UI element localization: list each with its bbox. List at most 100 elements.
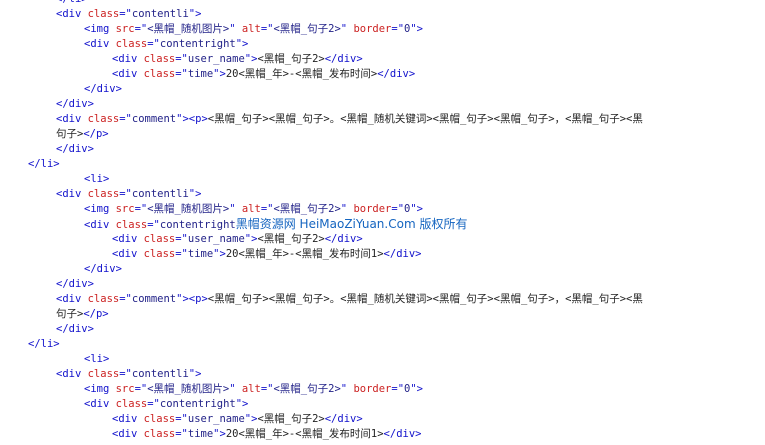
code-token: <div bbox=[56, 293, 88, 305]
code-token: "> bbox=[410, 23, 424, 35]
code-token: src bbox=[115, 383, 135, 395]
code-line: <div class="contentli"> bbox=[0, 7, 765, 22]
watermark-text: 黑帽资源网 HeiMaoZiYuan.Com 版权所有 bbox=[235, 217, 468, 231]
code-token: "> bbox=[235, 38, 249, 50]
code-token: =" bbox=[134, 383, 148, 395]
code-token: " bbox=[229, 23, 242, 35]
code-line: <div class="contentright"> bbox=[0, 397, 765, 412]
code-token: =" bbox=[175, 53, 188, 65]
code-token: =" bbox=[391, 383, 405, 395]
code-line: <div class="user_name"><黑帽_句子2></div> bbox=[0, 412, 765, 427]
code-token: border bbox=[353, 23, 392, 35]
code-line: <div class="contentright黑帽资源网 HeiMaoZiYu… bbox=[0, 217, 765, 232]
code-token: time bbox=[187, 428, 214, 440]
code-token: "> bbox=[176, 293, 189, 305]
code-token: =" bbox=[134, 23, 148, 35]
code-token: 20<黑帽_年>-<黑帽_发布时间1> bbox=[225, 428, 384, 440]
code-token: "> bbox=[244, 233, 258, 245]
code-token: class bbox=[143, 248, 176, 260]
code-token: </div> bbox=[56, 323, 94, 335]
code-token: class bbox=[87, 368, 120, 380]
code-token: "> bbox=[213, 428, 226, 440]
code-token: =" bbox=[260, 383, 274, 395]
code-token: alt bbox=[241, 23, 261, 35]
code-token: " bbox=[340, 383, 354, 395]
code-token: <黑帽_句子2> bbox=[257, 53, 325, 65]
code-token: </div> bbox=[324, 53, 363, 65]
code-line: </div> bbox=[0, 142, 765, 157]
code-token: =" bbox=[147, 38, 160, 50]
code-token: class bbox=[143, 233, 176, 245]
code-token: <黑帽_随机图片> bbox=[147, 203, 230, 215]
code-token: 句子> bbox=[56, 308, 84, 320]
code-token: "> bbox=[188, 368, 202, 380]
code-token: =" bbox=[391, 203, 405, 215]
code-token: time bbox=[187, 248, 214, 260]
code-token: 20<黑帽_年>-<黑帽_发布时间1> bbox=[225, 248, 384, 260]
code-token: "> bbox=[188, 8, 202, 20]
code-line: <img src="<黑帽_随机图片>" alt="<黑帽_句子2>" bord… bbox=[0, 382, 765, 397]
code-line: 句子></p> bbox=[0, 307, 765, 322]
code-token: "> bbox=[188, 188, 202, 200]
code-token: src bbox=[115, 203, 135, 215]
code-token: <div bbox=[56, 113, 88, 125]
code-token: =" bbox=[147, 219, 160, 231]
code-line: <div class="user_name"><黑帽_句子2></div> bbox=[0, 52, 765, 67]
code-token: </div> bbox=[56, 98, 94, 110]
code-token: <黑帽_句子><黑帽_句子>。<黑帽_随机关键词><黑帽_句子><黑帽_句子>，… bbox=[207, 293, 643, 305]
code-line: <img src="<黑帽_随机图片>" alt="<黑帽_句子2>" bord… bbox=[0, 202, 765, 217]
code-token: </li> bbox=[28, 338, 60, 350]
code-line: </div> bbox=[0, 262, 765, 277]
code-token: </div> bbox=[383, 428, 422, 440]
code-token: "> bbox=[244, 53, 258, 65]
code-token: " bbox=[340, 203, 354, 215]
code-token: </div> bbox=[324, 413, 363, 425]
code-token: class bbox=[87, 188, 120, 200]
code-token: " bbox=[229, 203, 242, 215]
code-token: <p> bbox=[188, 113, 208, 125]
code-token: <div bbox=[84, 398, 116, 410]
code-editor[interactable]: </li><div class="contentli"><img src="<黑… bbox=[0, 0, 765, 445]
code-token: =" bbox=[260, 203, 274, 215]
code-token: comment bbox=[131, 293, 177, 305]
code-token: <li> bbox=[84, 353, 110, 365]
code-token: <img bbox=[84, 23, 116, 35]
code-token: <div bbox=[112, 413, 144, 425]
code-token: =" bbox=[119, 113, 132, 125]
code-token: <div bbox=[56, 368, 88, 380]
code-line: </li> bbox=[0, 337, 765, 352]
code-token: <img bbox=[84, 203, 116, 215]
code-token: class bbox=[115, 38, 148, 50]
code-token: </div> bbox=[84, 263, 122, 275]
code-token: "> bbox=[213, 68, 226, 80]
code-token: =" bbox=[147, 398, 160, 410]
code-token: alt bbox=[241, 203, 261, 215]
code-token: <div bbox=[112, 68, 144, 80]
code-token: contentli bbox=[131, 368, 189, 380]
code-token: </div> bbox=[56, 278, 94, 290]
code-token: =" bbox=[175, 248, 188, 260]
code-token: " bbox=[229, 383, 242, 395]
code-token: time bbox=[187, 68, 214, 80]
code-token: class bbox=[143, 53, 176, 65]
code-line: <div class="comment"><p><黑帽_句子><黑帽_句子>。<… bbox=[0, 292, 765, 307]
code-token: class bbox=[143, 413, 176, 425]
code-token: contentright bbox=[159, 38, 236, 50]
code-token: "> bbox=[213, 248, 226, 260]
code-token: " bbox=[340, 23, 354, 35]
code-token: <div bbox=[56, 8, 88, 20]
code-line: </div> bbox=[0, 322, 765, 337]
code-token: <黑帽_句子><黑帽_句子>。<黑帽_随机关键词><黑帽_句子><黑帽_句子>，… bbox=[207, 113, 643, 125]
code-token: <黑帽_随机图片> bbox=[147, 383, 230, 395]
code-token: 20<黑帽_年>-<黑帽_发布时间> bbox=[225, 68, 378, 80]
code-token: </p> bbox=[83, 308, 109, 320]
code-token: "> bbox=[235, 398, 249, 410]
code-token: 句子> bbox=[56, 128, 84, 140]
code-token: <div bbox=[112, 53, 144, 65]
code-token: class bbox=[87, 113, 120, 125]
code-line: <div class="comment"><p><黑帽_句子><黑帽_句子>。<… bbox=[0, 112, 765, 127]
code-token: src bbox=[115, 23, 135, 35]
code-token: =" bbox=[119, 8, 132, 20]
code-token: =" bbox=[119, 293, 132, 305]
code-token: <黑帽_句子2> bbox=[257, 233, 325, 245]
